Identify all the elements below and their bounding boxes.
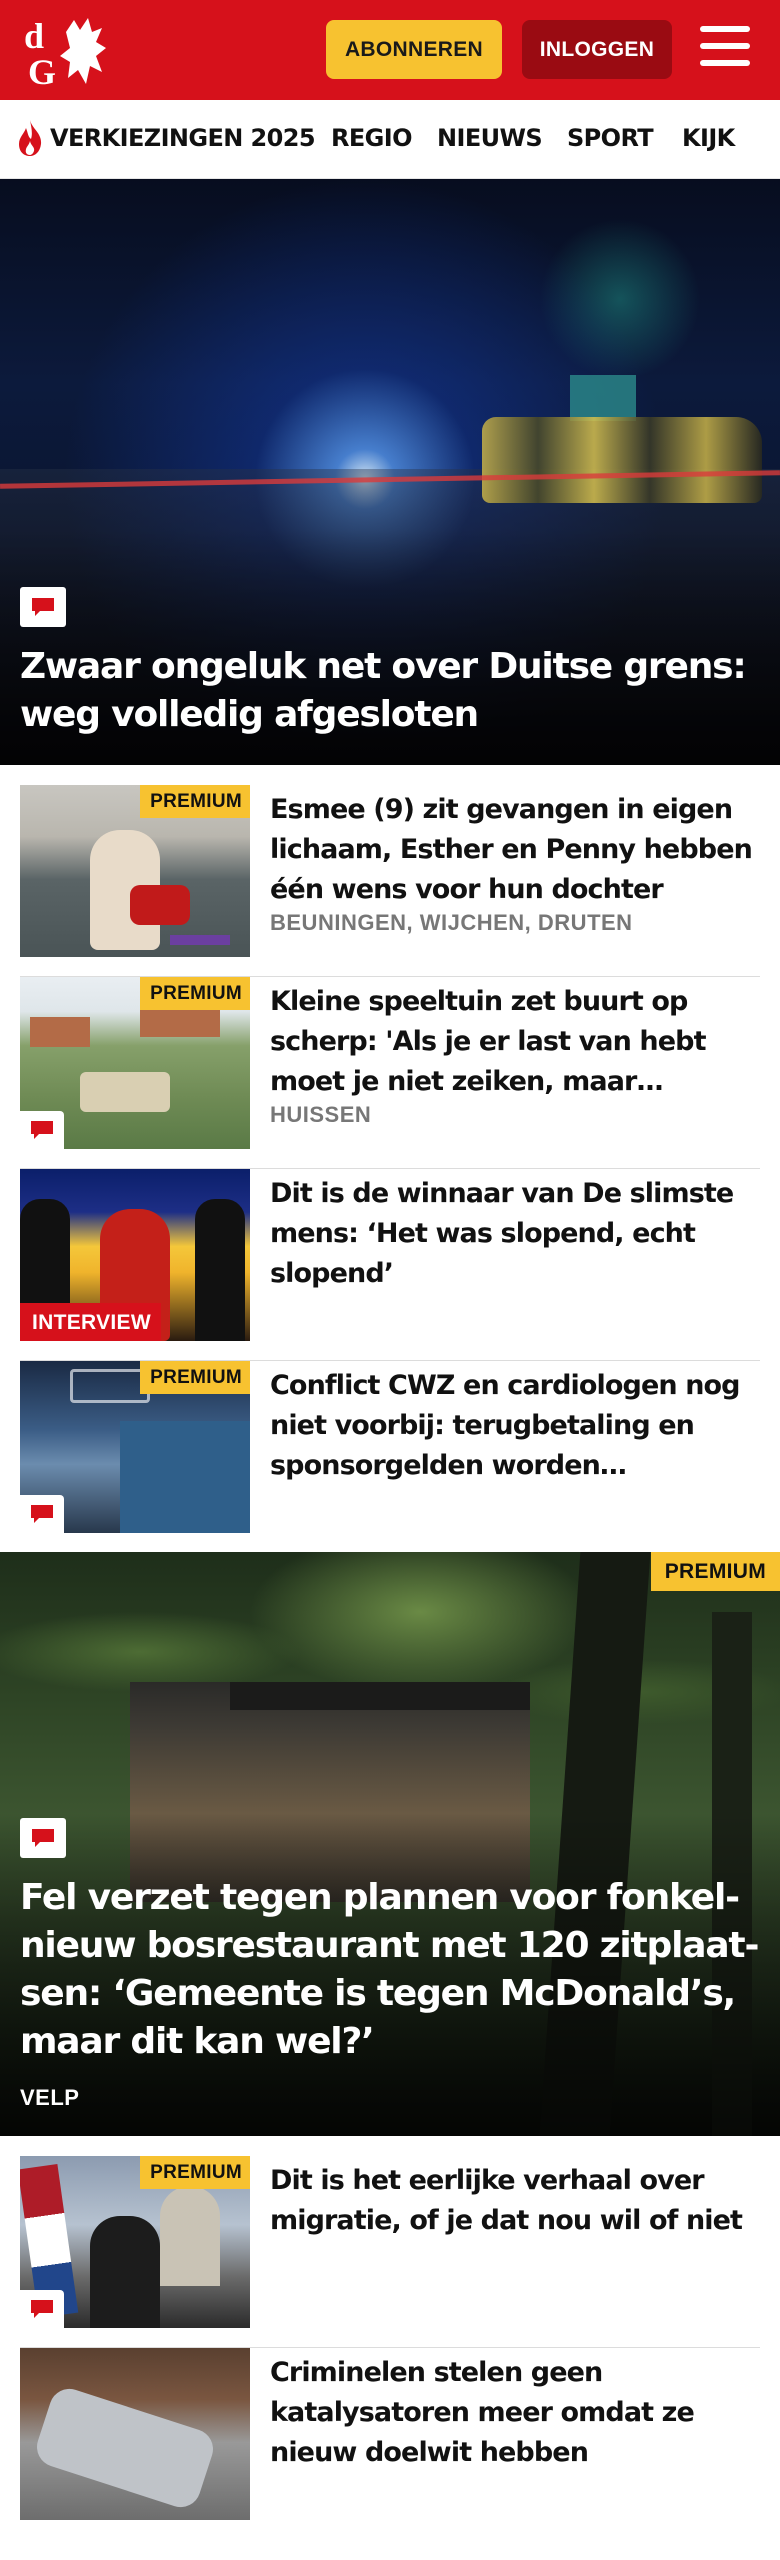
article-headline[interactable]: Dit is het eerlijke verhaal over migrati… <box>270 2161 760 2241</box>
nav-item-sport[interactable]: SPORT <box>567 124 654 152</box>
premium-badge: PREMIUM <box>140 1361 250 1394</box>
list-item[interactable]: PREMIUM Kleine speeltuin zet buurt op sc… <box>20 977 760 1169</box>
login-button[interactable]: INLOGGEN <box>522 20 672 79</box>
list-item[interactable]: PREMIUM Dit is het eerlijke verhaal over… <box>20 2156 760 2348</box>
article-headline[interactable]: Criminelen stelen geen katalysatoren mee… <box>270 2353 760 2473</box>
premium-badge: PREMIUM <box>650 1552 780 1591</box>
article-location: BEUNINGEN, WIJCHEN, DRUTEN <box>270 910 633 935</box>
interview-badge: INTERVIEW <box>20 1303 161 1341</box>
article-thumbnail: PREMIUM <box>20 785 250 957</box>
article-thumbnail <box>20 2348 250 2520</box>
premium-badge: PREMIUM <box>140 2156 250 2189</box>
hero-article[interactable]: Zwaar ongeluk net over Duitse grens: weg… <box>0 179 780 765</box>
feature-location: VELP <box>20 2085 80 2110</box>
premium-badge: PREMIUM <box>140 977 250 1010</box>
article-thumbnail: PREMIUM <box>20 2156 250 2328</box>
article-thumbnail: PREMIUM <box>20 977 250 1149</box>
list-item[interactable]: Criminelen stelen geen katalysatoren mee… <box>20 2348 760 2540</box>
list-item[interactable]: PREMIUM Esmee (9) zit gevangen in eigen … <box>20 785 760 977</box>
comment-icon <box>20 1111 64 1149</box>
nav-item-regio[interactable]: REGIO <box>331 124 413 152</box>
premium-badge: PREMIUM <box>140 785 250 818</box>
nav-item-verkiezingen[interactable]: VERKIEZINGEN 2025 <box>50 124 316 152</box>
article-location: HUISSEN <box>270 1102 372 1127</box>
gelderlander-logo-icon: d G <box>24 16 106 92</box>
section-nav: VERKIEZINGEN 2025 REGIO NIEUWS SPORT KIJ… <box>0 100 780 179</box>
article-headline[interactable]: Conflict CWZ en cardiologen nog niet voo… <box>270 1366 760 1486</box>
article-headline[interactable]: Kleine speeltuin zet buurt op scherp: 'A… <box>270 982 760 1102</box>
list-item[interactable]: INTERVIEW Dit is de winnaar van De slims… <box>20 1169 760 1361</box>
hero-headline[interactable]: Zwaar ongeluk net over Duitse grens: weg… <box>20 643 770 739</box>
nav-item-nieuws[interactable]: NIEUWS <box>437 124 543 152</box>
comment-icon <box>20 1818 66 1858</box>
article-headline[interactable]: Esmee (9) zit gevangen in eigen lichaam,… <box>270 790 760 910</box>
nav-item-kijk[interactable]: KIJK <box>682 124 735 152</box>
feature-article[interactable]: PREMIUM Fel verzet tegen plannen voor fo… <box>0 1552 780 2136</box>
article-thumbnail: PREMIUM <box>20 1361 250 1533</box>
subscribe-button[interactable]: ABONNEREN <box>326 20 502 79</box>
top-bar: d G ABONNEREN INLOGGEN <box>0 0 780 100</box>
article-headline[interactable]: Dit is de winnaar van De slimste mens: ‘… <box>270 1174 760 1294</box>
list-item[interactable]: PREMIUM Conflict CWZ en cardiologen nog … <box>20 1361 760 1553</box>
hamburger-menu-icon[interactable] <box>700 26 752 72</box>
comment-icon <box>20 1495 64 1533</box>
site-logo[interactable]: d G <box>22 12 118 92</box>
comment-icon <box>20 2290 64 2328</box>
feature-headline[interactable]: Fel verzet tegen plannen voor fonkel­nie… <box>20 1874 770 2066</box>
svg-text:G: G <box>28 52 56 88</box>
comment-icon <box>20 587 66 627</box>
flame-icon <box>19 120 42 156</box>
article-thumbnail: INTERVIEW <box>20 1169 250 1341</box>
svg-text:d: d <box>24 16 44 56</box>
